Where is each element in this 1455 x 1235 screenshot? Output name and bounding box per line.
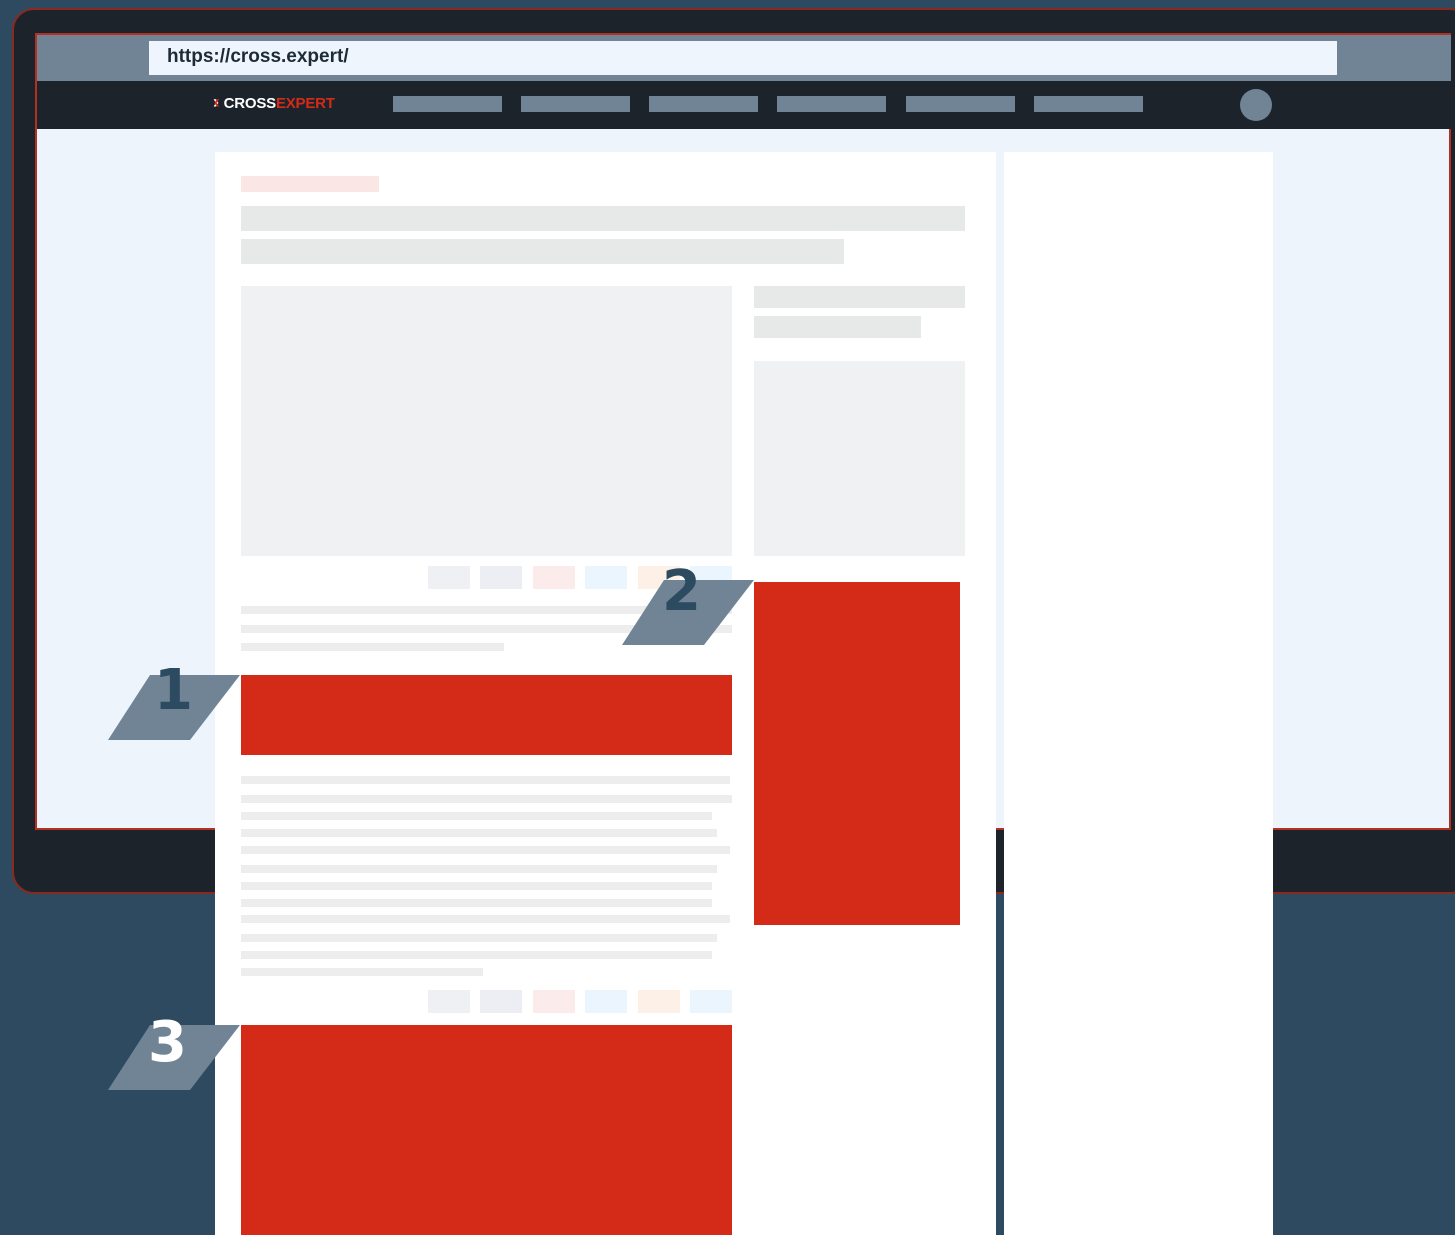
right-sidebar-panel bbox=[1004, 152, 1273, 1235]
text-line-placeholder bbox=[241, 915, 730, 923]
badge-number: 1 bbox=[154, 658, 193, 723]
text-line-placeholder bbox=[241, 882, 712, 890]
badge-number: 3 bbox=[148, 1010, 187, 1075]
nav-item[interactable] bbox=[393, 96, 502, 112]
nav-item[interactable] bbox=[521, 96, 630, 112]
text-line-placeholder bbox=[241, 795, 732, 803]
logo-text-cross: CROSS bbox=[223, 95, 277, 112]
text-line-placeholder bbox=[241, 829, 717, 837]
text-line-placeholder bbox=[241, 776, 730, 784]
share-button[interactable] bbox=[428, 990, 470, 1013]
text-line-placeholder bbox=[241, 934, 717, 942]
address-bar[interactable]: https://cross.expert/ bbox=[149, 41, 1337, 75]
ad-slot-2[interactable] bbox=[754, 582, 960, 925]
text-line-placeholder bbox=[241, 865, 717, 873]
badge-number: 2 bbox=[662, 559, 701, 624]
sidebar-title-placeholder bbox=[754, 316, 921, 338]
ad-slot-3[interactable] bbox=[241, 1025, 732, 1235]
nav-item[interactable] bbox=[1034, 96, 1143, 112]
text-line-placeholder bbox=[241, 846, 730, 854]
share-button[interactable] bbox=[533, 566, 575, 589]
ad-slot-1-badge: 1 bbox=[108, 663, 240, 741]
headline-placeholder bbox=[241, 206, 965, 231]
text-line-placeholder bbox=[241, 899, 712, 907]
crossexpert-logo-icon: ›‹ bbox=[213, 92, 220, 112]
share-button[interactable] bbox=[428, 566, 470, 589]
category-tag-placeholder bbox=[241, 176, 379, 192]
nav-item[interactable] bbox=[777, 96, 886, 112]
text-line-placeholder bbox=[241, 643, 504, 651]
text-line-placeholder bbox=[241, 951, 712, 959]
share-button[interactable] bbox=[585, 566, 627, 589]
share-button[interactable] bbox=[690, 990, 732, 1013]
headline-placeholder bbox=[241, 239, 844, 264]
text-line-placeholder bbox=[241, 812, 712, 820]
share-button[interactable] bbox=[480, 566, 522, 589]
nav-item[interactable] bbox=[649, 96, 758, 112]
share-button[interactable] bbox=[480, 990, 522, 1013]
sidebar-image-placeholder bbox=[754, 361, 965, 556]
user-avatar[interactable] bbox=[1240, 89, 1272, 121]
image-placeholder bbox=[241, 286, 732, 556]
share-button[interactable] bbox=[638, 990, 680, 1013]
share-button[interactable] bbox=[533, 990, 575, 1013]
ad-slot-2-badge: 2 bbox=[622, 564, 754, 646]
logo-text-expert: EXPERT bbox=[275, 95, 335, 112]
sidebar-title-placeholder bbox=[754, 286, 965, 308]
site-logo[interactable]: ›‹ CROSSEXPERT bbox=[213, 92, 363, 116]
nav-item[interactable] bbox=[906, 96, 1015, 112]
ad-slot-3-badge: 3 bbox=[108, 1015, 240, 1091]
text-line-placeholder bbox=[241, 968, 483, 976]
share-button[interactable] bbox=[585, 990, 627, 1013]
ad-slot-1[interactable] bbox=[241, 675, 732, 755]
